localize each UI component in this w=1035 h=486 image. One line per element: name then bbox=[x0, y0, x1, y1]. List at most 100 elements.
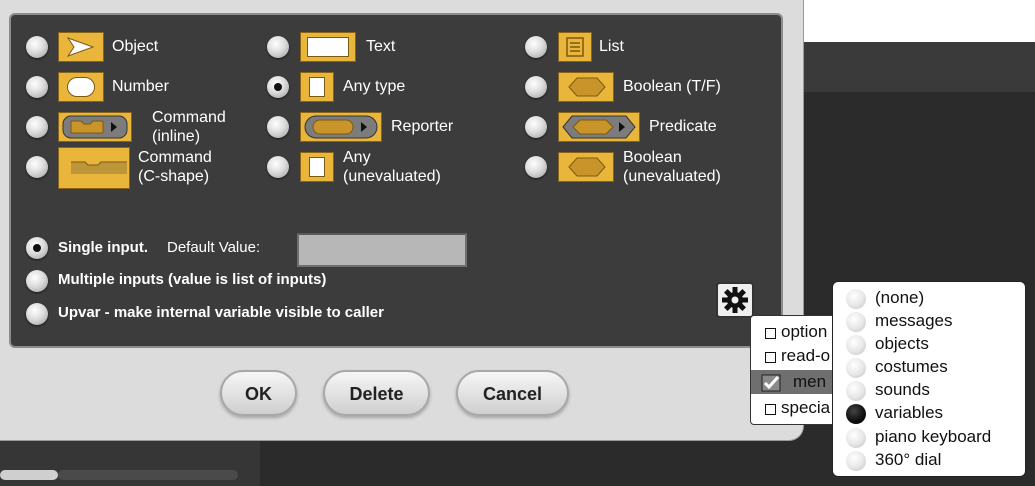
menu-item-label: specia bbox=[781, 398, 831, 417]
submenu-item-messages[interactable]: messages bbox=[833, 310, 1023, 333]
default-value-input[interactable] bbox=[297, 233, 467, 267]
radio-dot-icon bbox=[846, 428, 866, 448]
submenu-item-piano-keyboard[interactable]: piano keyboard bbox=[833, 426, 1023, 449]
radio-predicate[interactable] bbox=[525, 116, 547, 138]
list-slot-icon bbox=[558, 32, 592, 62]
radio-any-type[interactable] bbox=[267, 76, 289, 98]
label-boolean-unevaluated-line1: Boolean bbox=[623, 149, 682, 166]
radio-dot-icon bbox=[846, 312, 866, 332]
background-top-area bbox=[800, 0, 1035, 42]
menu-item-options[interactable]: option bbox=[751, 320, 841, 344]
any-type-slot-icon bbox=[300, 72, 334, 102]
menu-type-submenu: (none) messages objects costumes sounds … bbox=[832, 281, 1026, 477]
label-boolean: Boolean (T/F) bbox=[623, 78, 721, 95]
checkbox-icon bbox=[765, 404, 776, 415]
scrollbar-track bbox=[58, 470, 238, 480]
cancel-button[interactable]: Cancel bbox=[456, 370, 569, 416]
radio-command-c-shape[interactable] bbox=[26, 156, 48, 178]
label-command-c-shape-line1: Command bbox=[138, 149, 212, 166]
radio-dot-icon bbox=[846, 289, 866, 309]
label-predicate: Predicate bbox=[649, 118, 717, 135]
label-command-inline-line1: Command bbox=[152, 109, 226, 126]
label-any-unevaluated-line1: Any bbox=[343, 149, 371, 166]
submenu-item-label: costumes bbox=[875, 357, 948, 376]
radio-number[interactable] bbox=[26, 76, 48, 98]
ok-button[interactable]: OK bbox=[220, 370, 297, 416]
submenu-item-none[interactable]: (none) bbox=[833, 287, 1023, 310]
label-command-inline-line2: (inline) bbox=[152, 128, 201, 145]
radio-any-unevaluated[interactable] bbox=[267, 156, 289, 178]
menu-item-label: men bbox=[793, 372, 827, 391]
radio-list[interactable] bbox=[525, 36, 547, 58]
radio-single-input[interactable] bbox=[26, 237, 48, 259]
label-reporter: Reporter bbox=[391, 118, 454, 135]
menu-item-menu[interactable]: men bbox=[751, 370, 841, 394]
submenu-item-label: piano keyboard bbox=[875, 427, 992, 446]
any-unevaluated-slot-icon bbox=[300, 152, 334, 182]
boolean-slot-icon bbox=[558, 72, 614, 102]
scrollbar-thumb[interactable] bbox=[0, 470, 58, 480]
number-slot-icon bbox=[58, 72, 104, 102]
c-shape-icon bbox=[71, 161, 127, 174]
submenu-item-variables[interactable]: variables bbox=[833, 402, 1023, 425]
menu-item-read-only[interactable]: read-o bbox=[751, 344, 841, 368]
hexagon-icon bbox=[568, 77, 606, 97]
label-any-type: Any type bbox=[343, 78, 406, 95]
submenu-item-label: (none) bbox=[875, 288, 925, 307]
radio-dot-icon bbox=[846, 358, 866, 378]
submenu-item-costumes[interactable]: costumes bbox=[833, 356, 1023, 379]
checkbox-icon bbox=[765, 352, 776, 363]
label-boolean-unevaluated: Boolean (unevaluated) bbox=[623, 148, 721, 186]
radio-dot-selected-icon bbox=[846, 404, 866, 424]
label-command-c-shape: Command (C-shape) bbox=[138, 148, 212, 186]
label-multiple-inputs: Multiple inputs (value is list of inputs… bbox=[58, 271, 327, 288]
radio-reporter[interactable] bbox=[267, 116, 289, 138]
delete-button[interactable]: Delete bbox=[323, 370, 430, 416]
list-icon bbox=[566, 37, 584, 57]
label-command-c-shape-line2: (C-shape) bbox=[138, 168, 210, 185]
label-boolean-unevaluated-line2: (unevaluated) bbox=[623, 168, 721, 185]
label-single-input: Single input. bbox=[58, 239, 148, 256]
submenu-item-label: variables bbox=[875, 403, 944, 422]
radio-upvar[interactable] bbox=[26, 303, 48, 325]
label-upvar: Upvar - make internal variable visible t… bbox=[58, 304, 384, 321]
submenu-item-label: 360° dial bbox=[875, 450, 942, 469]
radio-multiple-inputs[interactable] bbox=[26, 270, 48, 292]
boolean-unevaluated-slot-icon bbox=[558, 152, 614, 182]
label-any-unevaluated: Any (unevaluated) bbox=[343, 148, 441, 186]
submenu-item-sounds[interactable]: sounds bbox=[833, 379, 1023, 402]
arrow-icon bbox=[66, 37, 95, 57]
radio-boolean-unevaluated[interactable] bbox=[525, 156, 547, 178]
gear-icon bbox=[722, 287, 748, 313]
ok-button-label: OK bbox=[245, 384, 272, 404]
submenu-item-objects[interactable]: objects bbox=[833, 333, 1023, 356]
reporter-block-icon bbox=[304, 115, 378, 139]
object-slot-icon bbox=[58, 32, 104, 62]
submenu-item-label: sounds bbox=[875, 380, 930, 399]
radio-dot-icon bbox=[846, 451, 866, 471]
checkmark-icon bbox=[761, 374, 781, 392]
label-text: Text bbox=[366, 38, 396, 55]
predicate-block-icon bbox=[562, 115, 636, 139]
menu-item-label: read-o bbox=[781, 346, 831, 365]
menu-item-special[interactable]: specia bbox=[751, 396, 841, 420]
cancel-button-label: Cancel bbox=[482, 384, 543, 404]
radio-boolean[interactable] bbox=[525, 76, 547, 98]
label-list: List bbox=[599, 38, 624, 55]
predicate-slot-icon bbox=[558, 112, 640, 142]
submenu-item-label: objects bbox=[875, 334, 929, 353]
options-context-menu: option read-o men specia bbox=[750, 315, 842, 425]
label-number: Number bbox=[112, 78, 169, 95]
hexagon-icon bbox=[568, 157, 606, 177]
radio-command-inline[interactable] bbox=[26, 116, 48, 138]
reporter-slot-icon bbox=[300, 112, 382, 142]
settings-gear-button[interactable] bbox=[716, 282, 754, 318]
command-block-icon bbox=[62, 115, 128, 139]
menu-item-label: option bbox=[781, 322, 828, 341]
input-slot-dialog: Object Text List Number Any type Boolean… bbox=[0, 0, 803, 440]
background-band bbox=[800, 42, 1035, 92]
submenu-item-360-dial[interactable]: 360° dial bbox=[833, 449, 1023, 472]
radio-object[interactable] bbox=[26, 36, 48, 58]
submenu-item-label: messages bbox=[875, 311, 953, 330]
radio-text[interactable] bbox=[267, 36, 289, 58]
